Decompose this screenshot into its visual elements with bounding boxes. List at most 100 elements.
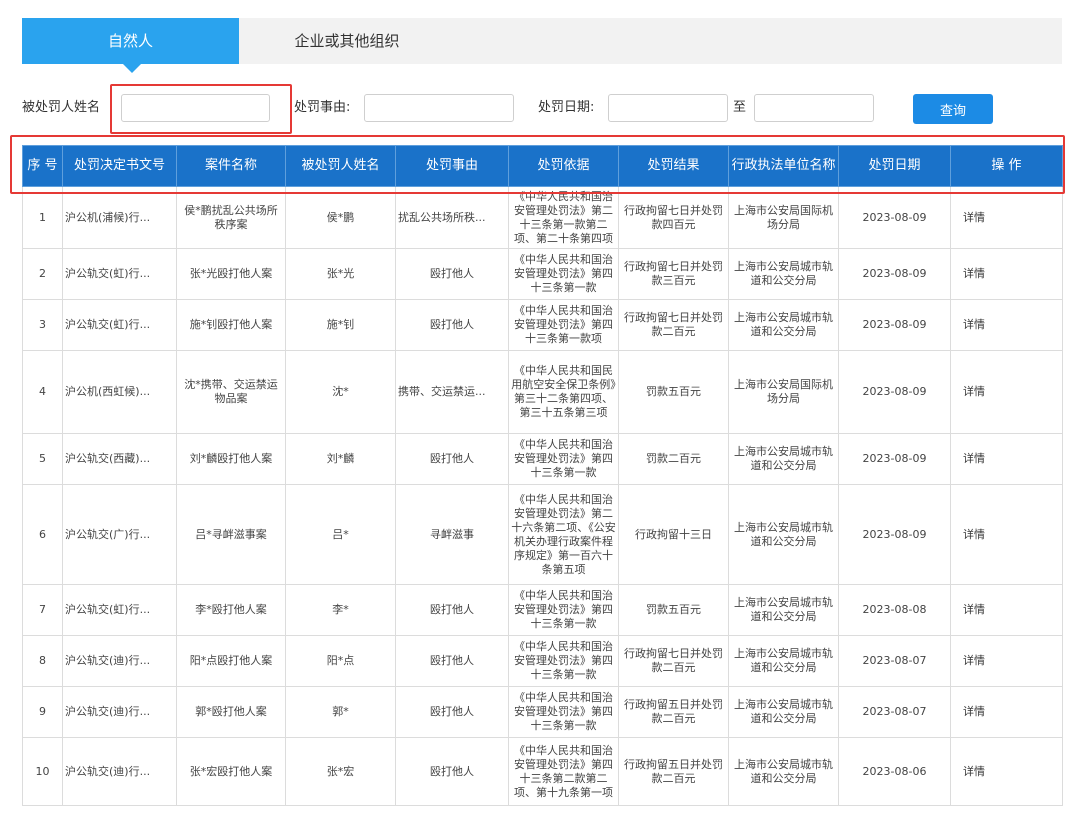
detail-link[interactable]: 详情 (950, 433, 1063, 485)
header-case-name: 案件名称 (176, 145, 286, 187)
detail-link[interactable]: 详情 (950, 186, 1063, 249)
table-row: 2 沪公轨交(虹)行... 张*光殴打他人案 张*光 殴打他人 《中华人民共和国… (22, 248, 1063, 300)
cell-doc: 沪公轨交(虹)行... (62, 248, 177, 300)
page: 自然人 企业或其他组织 被处罚人姓名 处罚事由: 处罚日期: 至 查询 序 号 … (0, 0, 1068, 814)
cell-basis: 《中华人民共和国治安管理处罚法》第四十三条第一款项 (508, 299, 619, 351)
cell-reason: 殴打他人 (395, 584, 509, 636)
cell-basis: 《中华人民共和国民用航空安全保卫条例》第三十二条第四项、第三十五条第三项 (508, 350, 619, 434)
table-row: 3 沪公轨交(虹)行... 施*钊殴打他人案 施*钊 殴打他人 《中华人民共和国… (22, 299, 1063, 351)
detail-link[interactable]: 详情 (950, 584, 1063, 636)
results-table: 序 号 处罚决定书文号 案件名称 被处罚人姓名 处罚事由 处罚依据 处罚结果 行… (22, 145, 1063, 806)
cell-date: 2023-08-07 (838, 635, 951, 687)
header-no: 序 号 (22, 145, 63, 187)
cell-case: 施*钊殴打他人案 (176, 299, 286, 351)
cell-case: 张*宏殴打他人案 (176, 737, 286, 806)
cell-basis: 《中华人民共和国治安管理处罚法》第四十三条第二款第二项、第十九条第一项 (508, 737, 619, 806)
penalized-name-label: 被处罚人姓名 (22, 100, 101, 115)
cell-basis: 《中华人民共和国治安管理处罚法》第四十三条第一款 (508, 248, 619, 300)
penalized-name-input[interactable] (121, 94, 270, 122)
cell-reason: 携带、交运禁运... (395, 350, 509, 434)
date-from-input[interactable] (608, 94, 728, 122)
header-enforcement-unit: 行政执法单位名称 (728, 145, 839, 187)
query-button[interactable]: 查询 (913, 94, 993, 124)
cell-result: 行政拘留七日并处罚款二百元 (618, 635, 729, 687)
detail-link[interactable]: 详情 (950, 299, 1063, 351)
basis-text: 《中华人民共和国治安管理处罚法》第二十三条第一款第二项、第二十条第四项 (514, 189, 613, 245)
cell-case: 张*光殴打他人案 (176, 248, 286, 300)
cell-no: 8 (22, 635, 63, 687)
cell-date: 2023-08-09 (838, 186, 951, 249)
cell-no: 9 (22, 686, 63, 738)
cell-unit: 上海市公安局城市轨道和公交分局 (728, 737, 839, 806)
detail-link[interactable]: 详情 (950, 635, 1063, 687)
cell-doc: 沪公轨交(迪)行... (62, 686, 177, 738)
detail-link[interactable]: 详情 (950, 350, 1063, 434)
cell-basis: 《中华人民共和国治安管理处罚法》第二十三条第一款第二项、第二十条第四项 (508, 186, 619, 249)
date-to-input[interactable] (754, 94, 874, 122)
cell-person: 刘*麟 (285, 433, 396, 485)
cell-result: 罚款二百元 (618, 433, 729, 485)
table-row: 10 沪公轨交(迪)行... 张*宏殴打他人案 张*宏 殴打他人 《中华人民共和… (22, 737, 1063, 806)
table-row: 1 沪公机(浦候)行... 侯*鹏扰乱公共场所秩序案 侯*鹏 扰乱公共场所秩..… (22, 186, 1063, 249)
cell-unit: 上海市公安局国际机场分局 (728, 350, 839, 434)
cell-unit: 上海市公安局城市轨道和公交分局 (728, 686, 839, 738)
header-result: 处罚结果 (618, 145, 729, 187)
header-basis: 处罚依据 (508, 145, 619, 187)
cell-unit: 上海市公安局国际机场分局 (728, 186, 839, 249)
table-row: 8 沪公轨交(迪)行... 阳*点殴打他人案 阳*点 殴打他人 《中华人民共和国… (22, 635, 1063, 687)
cell-date: 2023-08-06 (838, 737, 951, 806)
tab-natural-person[interactable]: 自然人 (22, 18, 239, 73)
cell-case: 阳*点殴打他人案 (176, 635, 286, 687)
cell-doc: 沪公轨交(虹)行... (62, 299, 177, 351)
detail-link[interactable]: 详情 (950, 686, 1063, 738)
detail-link[interactable]: 详情 (950, 248, 1063, 300)
table-row: 4 沪公机(西虹候)... 沈*携带、交运禁运物品案 沈* 携带、交运禁运...… (22, 350, 1063, 434)
detail-link[interactable]: 详情 (950, 737, 1063, 806)
cell-no: 2 (22, 248, 63, 300)
cell-basis: 《中华人民共和国治安管理处罚法》第四十三条第一款 (508, 635, 619, 687)
header-penalized-name: 被处罚人姓名 (285, 145, 396, 187)
cell-result: 行政拘留七日并处罚款四百元 (618, 186, 729, 249)
cell-doc: 沪公轨交(广)行... (62, 484, 177, 585)
basis-text: 《中华人民共和国治安管理处罚法》第四十三条第一款项 (514, 304, 613, 345)
cell-doc: 沪公轨交(虹)行... (62, 584, 177, 636)
tab-bar: 自然人 企业或其他组织 (22, 18, 1062, 73)
cell-basis: 《中华人民共和国治安管理处罚法》第四十三条第一款 (508, 584, 619, 636)
basis-text: 《中华人民共和国治安管理处罚法》第四十三条第一款 (514, 438, 613, 479)
basis-text: 《中华人民共和国治安管理处罚法》第二十六条第二项、《公安机关办理行政案件程序规定… (511, 492, 616, 576)
basis-text: 《中华人民共和国治安管理处罚法》第四十三条第一款 (514, 589, 613, 630)
cell-date: 2023-08-09 (838, 299, 951, 351)
cell-case: 吕*寻衅滋事案 (176, 484, 286, 585)
penalty-reason-input[interactable] (364, 94, 514, 122)
cell-date: 2023-08-08 (838, 584, 951, 636)
table-header-row: 序 号 处罚决定书文号 案件名称 被处罚人姓名 处罚事由 处罚依据 处罚结果 行… (22, 145, 1063, 187)
cell-unit: 上海市公安局城市轨道和公交分局 (728, 433, 839, 485)
cell-case: 侯*鹏扰乱公共场所秩序案 (176, 186, 286, 249)
table-row: 6 沪公轨交(广)行... 吕*寻衅滋事案 吕* 寻衅滋事 《中华人民共和国治安… (22, 484, 1063, 585)
cell-case: 李*殴打他人案 (176, 584, 286, 636)
cell-person: 郭* (285, 686, 396, 738)
date-range-separator: 至 (733, 100, 747, 115)
header-reason: 处罚事由 (395, 145, 509, 187)
penalty-reason-label: 处罚事由: (294, 100, 351, 115)
cell-reason: 寻衅滋事 (395, 484, 509, 585)
cell-no: 10 (22, 737, 63, 806)
detail-link[interactable]: 详情 (950, 484, 1063, 585)
cell-no: 7 (22, 584, 63, 636)
cell-result: 罚款五百元 (618, 350, 729, 434)
penalty-date-label: 处罚日期: (538, 100, 595, 115)
tab-enterprise-or-organization[interactable]: 企业或其他组织 (239, 18, 455, 64)
cell-doc: 沪公机(浦候)行... (62, 186, 177, 249)
cell-case: 沈*携带、交运禁运物品案 (176, 350, 286, 434)
cell-result: 行政拘留七日并处罚款三百元 (618, 248, 729, 300)
header-decision-doc-no: 处罚决定书文号 (62, 145, 177, 187)
cell-doc: 沪公轨交(迪)行... (62, 635, 177, 687)
cell-no: 1 (22, 186, 63, 249)
cell-basis: 《中华人民共和国治安管理处罚法》第二十六条第二项、《公安机关办理行政案件程序规定… (508, 484, 619, 585)
basis-text: 《中华人民共和国治安管理处罚法》第四十三条第一款 (514, 640, 613, 681)
cell-date: 2023-08-07 (838, 686, 951, 738)
cell-reason: 扰乱公共场所秩... (395, 186, 509, 249)
basis-text: 《中华人民共和国治安管理处罚法》第四十三条第一款 (514, 691, 613, 732)
cell-unit: 上海市公安局城市轨道和公交分局 (728, 248, 839, 300)
cell-person: 张*宏 (285, 737, 396, 806)
